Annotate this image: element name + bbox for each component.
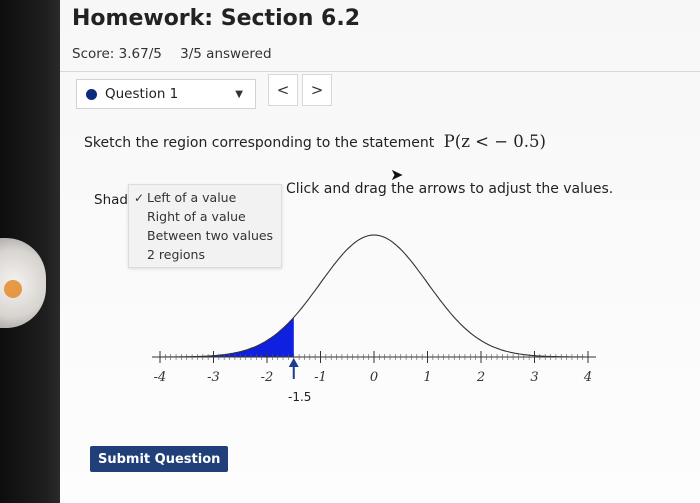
axis-tick-label: 2 xyxy=(476,370,485,385)
score-line: Score: 3.67/5 3/5 answered xyxy=(72,46,272,62)
app-logo-icon xyxy=(4,280,22,298)
axis-tick-label: 4 xyxy=(583,370,592,385)
axis-tick-label: -2 xyxy=(261,370,274,385)
question-select-label: Question 1 xyxy=(105,86,179,102)
checkmark-icon: ✓ xyxy=(134,191,145,205)
submit-question-button[interactable]: Submit Question xyxy=(90,446,229,472)
marker-value-label: -1.5 xyxy=(288,390,311,404)
axis-tick-label: -1 xyxy=(314,370,327,385)
drag-arrow-handle[interactable] xyxy=(288,358,299,379)
prompt-text: Sketch the region corresponding to the s… xyxy=(84,135,435,151)
up-arrow-icon xyxy=(288,358,299,367)
normal-curve xyxy=(160,234,588,358)
chevron-right-icon: > xyxy=(310,81,324,99)
score-text: Score: 3.67/5 xyxy=(72,46,162,62)
homework-page: Homework: Section 6.2 Score: 3.67/5 3/5 … xyxy=(60,0,700,503)
shade-option-left[interactable]: Left of a value xyxy=(147,190,236,205)
axis-tick-label: -3 xyxy=(207,370,220,385)
shade-option-right[interactable]: Right of a value xyxy=(147,209,246,224)
mouse-cursor-icon: ➤ xyxy=(390,165,404,184)
next-question-button[interactable]: > xyxy=(302,74,332,106)
header-divider xyxy=(60,71,700,72)
normal-curve-graph: -4 -3 -2 -1 0 1 2 3 4 -1.5 xyxy=(152,234,596,404)
prompt-math: P(z < − 0.5) xyxy=(443,132,546,151)
axis-tick-label: 0 xyxy=(370,370,378,385)
axis-tick-label: 1 xyxy=(423,370,431,385)
axis-tick-label: 3 xyxy=(530,370,538,385)
answered-count: 3/5 answered xyxy=(180,46,272,62)
chevron-down-icon: ▼ xyxy=(235,89,243,100)
axis-tick-label: -4 xyxy=(154,370,167,385)
page-title: Homework: Section 6.2 xyxy=(72,6,361,31)
question-prompt: Sketch the region corresponding to the s… xyxy=(84,132,546,151)
question-status-icon xyxy=(86,88,97,100)
screen-bezel xyxy=(0,0,60,503)
chevron-left-icon: < xyxy=(276,81,290,99)
instructions-text: Click and drag the arrows to adjust the … xyxy=(286,181,614,197)
shaded-region xyxy=(160,317,294,357)
previous-question-button[interactable]: < xyxy=(268,74,298,106)
question-select[interactable]: Question 1 ▼ xyxy=(76,79,256,109)
